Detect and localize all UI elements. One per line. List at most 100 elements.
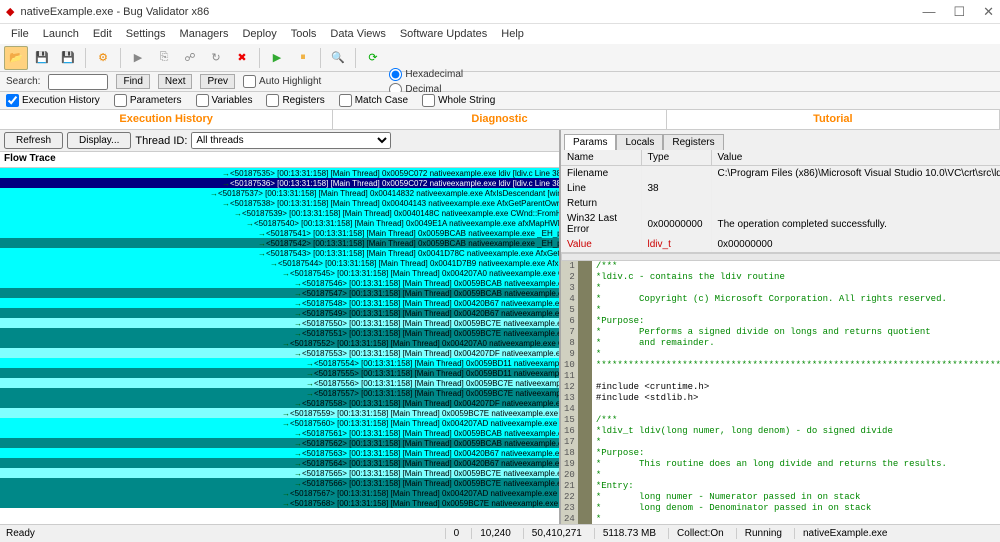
- col-type[interactable]: Type: [641, 150, 711, 166]
- status-running: Running: [736, 528, 790, 539]
- trace-row[interactable]: →<50187562> [00:13:31:158] [Main Thread]…: [0, 438, 559, 448]
- prop-row[interactable]: Line38: [561, 181, 1000, 196]
- tab-registers[interactable]: Registers: [663, 134, 723, 150]
- trace-row[interactable]: →<50187567> [00:13:31:158] [Main Thread]…: [0, 488, 559, 498]
- trace-row[interactable]: →<50187540> [00:13:31:158] [Main Thread]…: [0, 218, 559, 228]
- col-value[interactable]: Value: [711, 150, 1000, 166]
- menu-settings[interactable]: Settings: [121, 26, 171, 42]
- stop-icon[interactable]: ✖: [230, 46, 254, 70]
- trace-row[interactable]: →<50187560> [00:13:31:158] [Main Thread]…: [0, 418, 559, 428]
- trace-row[interactable]: →<50187539> [00:13:31:158] [Main Thread]…: [0, 208, 559, 218]
- prop-row[interactable]: FilenameC:\Program Files (x86)\Microsoft…: [561, 166, 1000, 182]
- status-exe: nativeExample.exe: [794, 528, 994, 539]
- pause-icon[interactable]: ⏸: [291, 46, 315, 70]
- trace-row[interactable]: →<50187554> [00:13:31:158] [Main Thread]…: [0, 358, 559, 368]
- trace-row[interactable]: →<50187542> [00:13:31:158] [Main Thread]…: [0, 238, 559, 248]
- trace-row[interactable]: →<50187551> [00:13:31:158] [Main Thread]…: [0, 328, 559, 338]
- gear-icon[interactable]: ⚙: [91, 46, 115, 70]
- trace-row[interactable]: →<50187561> [00:13:31:158] [Main Thread]…: [0, 428, 559, 438]
- trace-row[interactable]: →<50187538> [00:13:31:158] [Main Thread]…: [0, 198, 559, 208]
- vars-check[interactable]: Variables: [196, 94, 253, 107]
- zoom-icon[interactable]: 🔍: [326, 46, 350, 70]
- trace-row[interactable]: →<50187546> [00:13:31:158] [Main Thread]…: [0, 278, 559, 288]
- close-button[interactable]: ✕: [983, 4, 994, 20]
- trace-row[interactable]: →<50187537> [00:13:31:158] [Main Thread]…: [0, 188, 559, 198]
- trace-row[interactable]: →<50187557> [00:13:31:158] [Main Thread]…: [0, 388, 559, 398]
- trace-row[interactable]: →<50187548> [00:13:31:158] [Main Thread]…: [0, 298, 559, 308]
- prop-row[interactable]: Return: [561, 196, 1000, 211]
- menu-managers[interactable]: Managers: [175, 26, 234, 42]
- open-icon[interactable]: 📂: [4, 46, 28, 70]
- menu-help[interactable]: Help: [496, 26, 529, 42]
- trace-row[interactable]: →<50187545> [00:13:31:158] [Main Thread]…: [0, 268, 559, 278]
- trace-row[interactable]: →<50187568> [00:13:31:158] [Main Thread]…: [0, 498, 559, 508]
- search-input[interactable]: [48, 74, 108, 90]
- trace-row[interactable]: →<50187558> [00:13:31:158] [Main Thread]…: [0, 398, 559, 408]
- menu-deploy[interactable]: Deploy: [237, 26, 281, 42]
- sep: [259, 48, 260, 68]
- trace-list[interactable]: →<50187535> [00:13:31:158] [Main Thread]…: [0, 168, 559, 524]
- hex-radio[interactable]: Hexadecimal: [389, 68, 463, 81]
- minimize-button[interactable]: —: [922, 4, 935, 20]
- auto-highlight-check[interactable]: Auto Highlight: [243, 75, 321, 88]
- exec-history-check[interactable]: Execution History: [6, 94, 100, 107]
- search-label: Search:: [6, 76, 40, 87]
- options-row: Execution History Parameters Variables R…: [0, 92, 1000, 110]
- refresh-icon[interactable]: ↻: [204, 46, 228, 70]
- maximize-button[interactable]: ☐: [953, 4, 965, 20]
- menu-launch[interactable]: Launch: [38, 26, 84, 42]
- tab-params[interactable]: Params: [564, 134, 616, 150]
- horizontal-scrollbar[interactable]: [561, 253, 1000, 261]
- trace-row[interactable]: →<50187564> [00:13:31:158] [Main Thread]…: [0, 458, 559, 468]
- col-name[interactable]: Name: [561, 150, 641, 166]
- wholestring-check[interactable]: Whole String: [422, 94, 495, 107]
- regs-check[interactable]: Registers: [266, 94, 324, 107]
- save-icon[interactable]: 💾: [30, 46, 54, 70]
- thread-select[interactable]: All threads: [191, 132, 391, 149]
- trace-row[interactable]: →<50187544> [00:13:31:158] [Main Thread]…: [0, 258, 559, 268]
- menu-edit[interactable]: Edit: [88, 26, 117, 42]
- menu-software-updates[interactable]: Software Updates: [395, 26, 492, 42]
- display-button[interactable]: Display...: [67, 132, 131, 149]
- trace-row[interactable]: →<50187563> [00:13:31:158] [Main Thread]…: [0, 448, 559, 458]
- refresh-button[interactable]: Refresh: [4, 132, 63, 149]
- trace-row[interactable]: →<50187559> [00:13:31:158] [Main Thread]…: [0, 408, 559, 418]
- trace-row[interactable]: →<50187555> [00:13:31:158] [Main Thread]…: [0, 368, 559, 378]
- menu-tools[interactable]: Tools: [286, 26, 322, 42]
- trace-row[interactable]: →<50187553> [00:13:31:158] [Main Thread]…: [0, 348, 559, 358]
- play-icon[interactable]: ▶: [265, 46, 289, 70]
- process-icon[interactable]: ☍: [178, 46, 202, 70]
- trace-row[interactable]: →<50187552> [00:13:31:158] [Main Thread]…: [0, 338, 559, 348]
- trace-row[interactable]: →<50187550> [00:13:31:158] [Main Thread]…: [0, 318, 559, 328]
- menu-data-views[interactable]: Data Views: [325, 26, 390, 42]
- tab-diagnostic[interactable]: Diagnostic: [333, 110, 666, 129]
- trace-row[interactable]: →<50187536> [00:13:31:158] [Main Thread]…: [0, 178, 559, 188]
- params-check[interactable]: Parameters: [114, 94, 182, 107]
- prop-row[interactable]: Valueldiv_t0x00000000: [561, 237, 1000, 252]
- find-button[interactable]: Find: [116, 74, 149, 89]
- tab-tutorial[interactable]: Tutorial: [667, 110, 1000, 129]
- next-button[interactable]: Next: [158, 74, 193, 89]
- attach-icon[interactable]: ⎘: [152, 46, 176, 70]
- prev-button[interactable]: Prev: [200, 74, 235, 89]
- trace-row[interactable]: →<50187541> [00:13:31:158] [Main Thread]…: [0, 228, 559, 238]
- run-icon[interactable]: ▶: [126, 46, 150, 70]
- trace-row[interactable]: →<50187535> [00:13:31:158] [Main Thread]…: [0, 168, 559, 178]
- matchcase-check[interactable]: Match Case: [339, 94, 408, 107]
- tab-execution-history[interactable]: Execution History: [0, 110, 333, 129]
- status-n3: 50,410,271: [523, 528, 590, 539]
- trace-row[interactable]: →<50187556> [00:13:31:158] [Main Thread]…: [0, 378, 559, 388]
- prop-row[interactable]: Win32 Last Error0x00000000The operation …: [561, 211, 1000, 237]
- save-all-icon[interactable]: 💾: [56, 46, 80, 70]
- menu-file[interactable]: File: [6, 26, 34, 42]
- trace-row[interactable]: →<50187565> [00:13:31:158] [Main Thread]…: [0, 468, 559, 478]
- tab-locals[interactable]: Locals: [616, 134, 663, 150]
- trace-pane: Refresh Display... Thread ID: All thread…: [0, 130, 560, 524]
- trace-row[interactable]: →<50187549> [00:13:31:158] [Main Thread]…: [0, 308, 559, 318]
- trace-row[interactable]: →<50187547> [00:13:31:158] [Main Thread]…: [0, 288, 559, 298]
- sep: [320, 48, 321, 68]
- trace-row[interactable]: →<50187566> [00:13:31:158] [Main Thread]…: [0, 478, 559, 488]
- trace-row[interactable]: →<50187543> [00:13:31:158] [Main Thread]…: [0, 248, 559, 258]
- cycle-icon[interactable]: ⟳: [361, 46, 385, 70]
- code-viewer[interactable]: 1234567891011121314151617181920212223242…: [561, 261, 1000, 524]
